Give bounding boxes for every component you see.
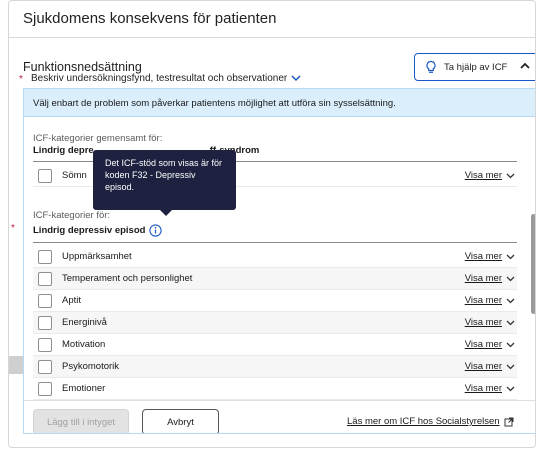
category-checkbox[interactable]	[38, 168, 52, 183]
left-edge-block	[9, 356, 23, 374]
cancel-button[interactable]: Avbryt	[142, 409, 219, 433]
show-more-link[interactable]: Visa mer	[465, 273, 502, 284]
icf-category-row[interactable]: Energinivå Visa mer	[33, 312, 517, 334]
category-label: Uppmärksamhet	[62, 251, 132, 262]
show-more-link[interactable]: Visa mer	[465, 251, 502, 262]
category-checkbox[interactable]	[38, 315, 52, 330]
icf-category-row[interactable]: Aptit Visa mer	[33, 290, 517, 312]
specific-categories-name: Lindrig depressiv episod	[33, 224, 163, 237]
show-more-link[interactable]: Visa mer	[465, 383, 502, 394]
icf-help-button[interactable]: Ta hjälp av ICF	[414, 53, 535, 81]
required-marker: *	[11, 223, 15, 234]
functional-impairment-label: Funktionsnedsättning	[23, 60, 142, 74]
read-more-label: Läs mer om ICF hos Socialstyrelsen	[347, 416, 500, 427]
required-marker: *	[19, 74, 23, 85]
lightbulb-icon	[426, 60, 436, 73]
show-more-link[interactable]: Visa mer	[465, 317, 502, 328]
icf-category-row[interactable]: Emotioner Visa mer	[33, 378, 517, 400]
show-more-link[interactable]: Visa mer	[465, 339, 502, 350]
category-checkbox[interactable]	[38, 359, 52, 374]
category-label: Psykomotorik	[62, 361, 120, 372]
chevron-up-icon	[520, 62, 530, 69]
category-checkbox[interactable]	[38, 271, 52, 286]
read-more-icf-link[interactable]: Läs mer om ICF hos Socialstyrelsen	[347, 416, 514, 427]
section-divider	[33, 242, 517, 243]
functional-description: Beskriv undersökningsfynd, testresultat …	[31, 73, 288, 84]
external-link-icon	[504, 417, 514, 426]
chevron-down-icon	[291, 75, 301, 82]
category-checkbox[interactable]	[38, 381, 52, 396]
common-categories-heading: ICF-kategorier gemensamt för:	[33, 133, 163, 144]
category-label: Emotioner	[62, 383, 106, 394]
chevron-down-icon	[506, 320, 515, 326]
icf-footer: Lägg till i intyget Avbryt Läs mer om IC…	[24, 400, 535, 433]
icf-category-row[interactable]: Psykomotorik Visa mer	[33, 356, 517, 378]
icf-category-row[interactable]: Uppmärksamhet Visa mer	[33, 246, 517, 268]
add-to-certificate-button[interactable]: Lägg till i intyget	[33, 409, 129, 433]
chevron-down-icon	[506, 254, 515, 260]
icf-category-row[interactable]: Temperament och personlighet Visa mer	[33, 268, 517, 290]
scrollbar[interactable]	[531, 214, 535, 314]
icf-banner: Välj enbart de problem som påverkar pati…	[24, 89, 535, 117]
specific-name: Lindrig depressiv episod	[33, 225, 146, 236]
icf-panel: Välj enbart de problem som påverkar pati…	[23, 88, 535, 434]
category-label: Temperament och personlighet	[62, 273, 193, 284]
chevron-down-icon	[506, 364, 515, 370]
chevron-down-icon	[506, 298, 515, 304]
chevron-down-icon	[506, 386, 515, 392]
category-label: Aptit	[62, 295, 82, 306]
specific-categories-heading: ICF-kategorier för:	[33, 210, 111, 221]
category-checkbox[interactable]	[38, 337, 52, 352]
category-checkbox[interactable]	[38, 249, 52, 264]
common-name-part: Lindrig depre	[33, 145, 94, 156]
card-divider	[9, 37, 535, 38]
icf-category-row[interactable]: Motivation Visa mer	[33, 334, 517, 356]
show-more-link[interactable]: Visa mer	[465, 170, 502, 181]
category-label: Energinivå	[62, 317, 107, 328]
chevron-down-icon	[506, 173, 515, 179]
chevron-down-icon	[506, 276, 515, 282]
category-checkbox[interactable]	[38, 293, 52, 308]
functional-description-toggle[interactable]: Beskriv undersökningsfynd, testresultat …	[31, 73, 301, 84]
category-label: Motivation	[62, 339, 106, 350]
icf-help-label: Ta hjälp av ICF	[444, 61, 508, 73]
icf-info-tooltip: Det ICF-stöd som visas är för koden F32 …	[93, 150, 236, 210]
consequence-card: Sjukdomens konsekvens för patienten Funk…	[8, 0, 536, 448]
tooltip-arrow	[160, 210, 172, 216]
info-icon[interactable]	[149, 224, 163, 237]
chevron-down-icon	[506, 342, 515, 348]
show-more-link[interactable]: Visa mer	[465, 295, 502, 306]
card-title: Sjukdomens konsekvens för patienten	[23, 10, 277, 27]
show-more-link[interactable]: Visa mer	[465, 361, 502, 372]
